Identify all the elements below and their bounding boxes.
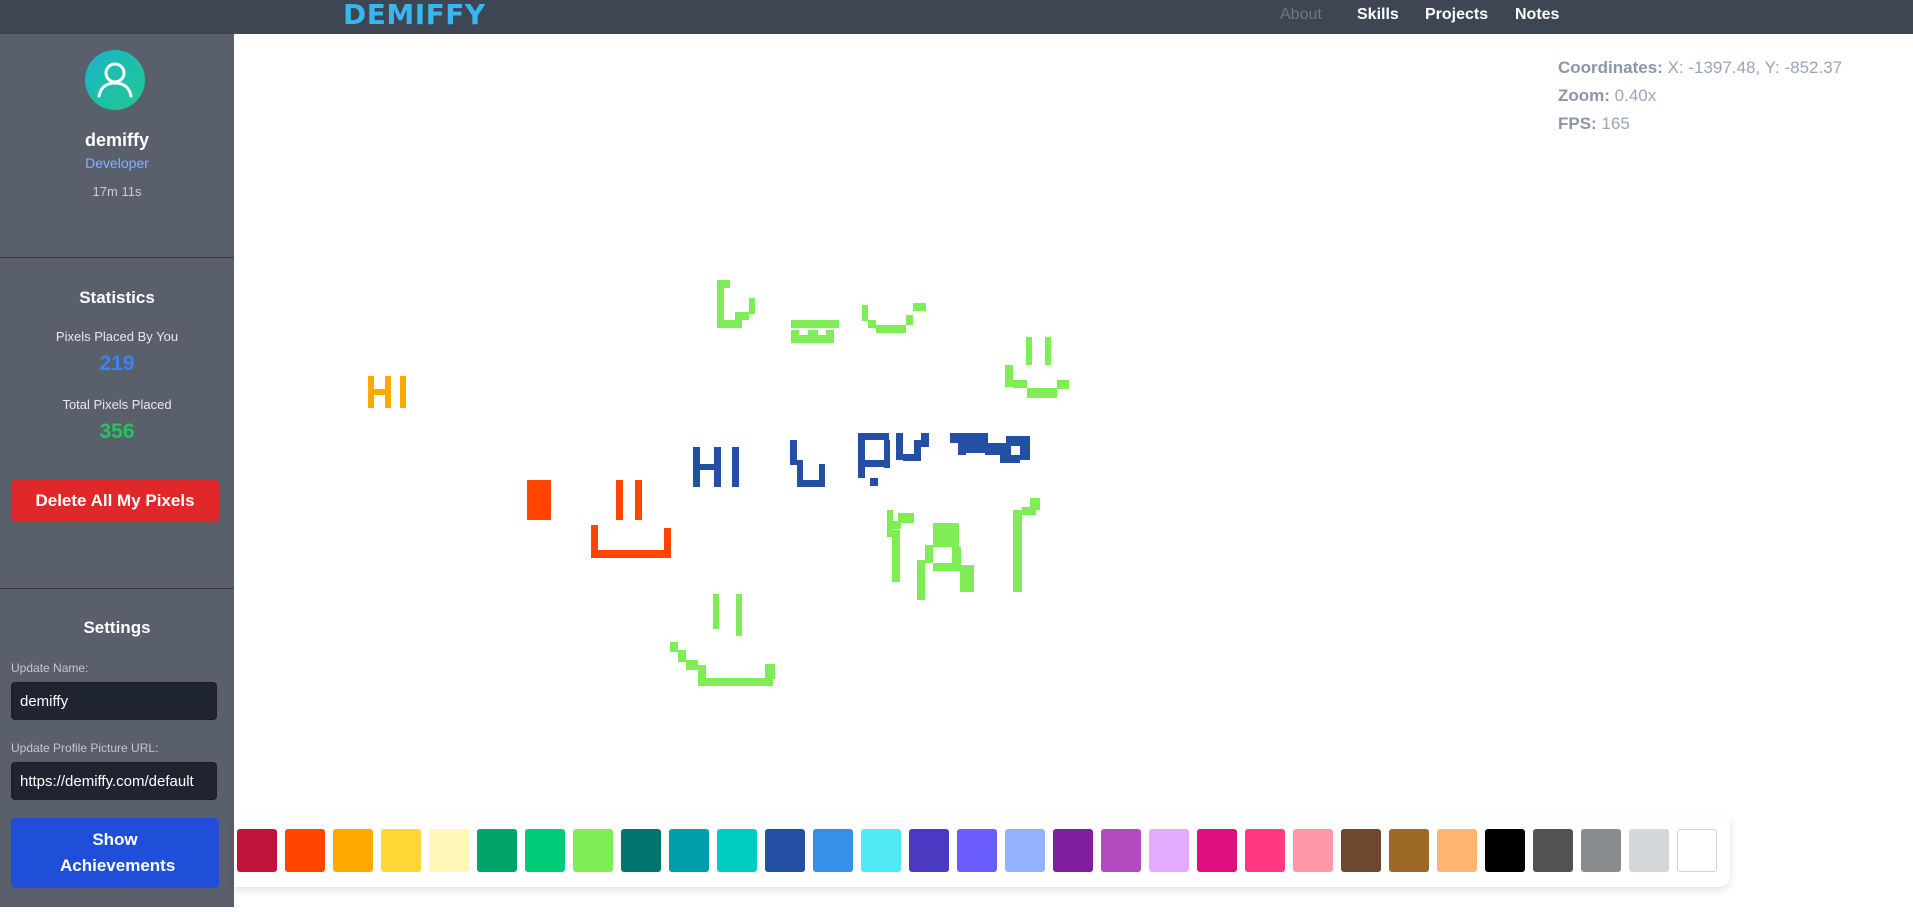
profile-role: Developer	[85, 155, 149, 171]
coordinates-readout: Coordinates: X: -1397.48, Y: -852.37	[1558, 58, 1842, 78]
nav-about[interactable]: About	[1280, 0, 1322, 30]
coordinates-value: X: -1397.48, Y: -852.37	[1667, 58, 1843, 77]
sidebar: demiffy Developer 17m 11s Statistics Pix…	[0, 34, 234, 907]
color-swatch[interactable]	[909, 829, 949, 872]
nav-projects[interactable]: Projects	[1425, 0, 1488, 30]
color-swatch[interactable]	[1533, 829, 1573, 872]
color-swatch[interactable]	[1437, 829, 1477, 872]
delete-pixels-button[interactable]: Delete All My Pixels	[11, 480, 219, 522]
settings-title: Settings	[83, 618, 151, 637]
picture-url-label: Update Profile Picture URL:	[11, 741, 159, 755]
statistics-title: Statistics	[79, 288, 155, 307]
color-swatch[interactable]	[333, 829, 373, 872]
color-swatch[interactable]	[1581, 829, 1621, 872]
color-swatch[interactable]	[1005, 829, 1045, 872]
color-palette	[234, 817, 1730, 887]
color-swatch[interactable]	[957, 829, 997, 872]
color-swatch[interactable]	[1629, 829, 1669, 872]
nav-notes[interactable]: Notes	[1515, 0, 1559, 30]
color-swatch[interactable]	[237, 829, 277, 872]
color-swatch[interactable]	[1677, 829, 1717, 872]
pixel-art-blue	[693, 433, 1030, 487]
color-swatch[interactable]	[381, 829, 421, 872]
fps-label: FPS:	[1558, 114, 1597, 133]
top-navbar: DEMIFFY About Skills Projects Notes	[0, 0, 1913, 34]
zoom-label: Zoom:	[1558, 86, 1610, 105]
color-swatch[interactable]	[525, 829, 565, 872]
color-swatch[interactable]	[1389, 829, 1429, 872]
color-swatch[interactable]	[765, 829, 805, 872]
nav-skills[interactable]: Skills	[1357, 0, 1399, 30]
pixel-art-yay	[887, 498, 1040, 600]
user-icon	[97, 62, 133, 98]
name-input[interactable]	[11, 682, 217, 720]
color-swatch[interactable]	[1341, 829, 1381, 872]
pixel-art-smiley-small	[1005, 337, 1069, 398]
color-swatch[interactable]	[861, 829, 901, 872]
profile-username: demiffy	[84, 130, 149, 150]
color-swatch[interactable]	[621, 829, 661, 872]
total-pixels-value: 356	[99, 420, 135, 443]
pixel-art-smiley-large	[670, 594, 775, 686]
session-timer: 17m 11s	[92, 184, 142, 199]
color-swatch[interactable]	[1485, 829, 1525, 872]
picture-url-input[interactable]	[11, 762, 217, 800]
total-pixels-label: Total Pixels Placed	[62, 397, 172, 412]
canvas-drawing	[368, 280, 1069, 686]
divider	[0, 257, 234, 258]
show-achievements-label: Show Achievements	[60, 830, 176, 875]
pixel-art-uwu	[717, 280, 926, 343]
zoom-readout: Zoom: 0.40x	[1558, 86, 1656, 106]
color-swatch[interactable]	[669, 829, 709, 872]
fps-value: 165	[1601, 114, 1630, 133]
color-swatch[interactable]	[1053, 829, 1093, 872]
color-swatch[interactable]	[573, 829, 613, 872]
color-swatch[interactable]	[1149, 829, 1189, 872]
show-achievements-button[interactable]: Show Achievements	[11, 818, 219, 888]
divider	[0, 588, 234, 589]
avatar	[85, 50, 145, 110]
color-swatch[interactable]	[717, 829, 757, 872]
pixels-by-you-value: 219	[99, 352, 135, 375]
color-swatch[interactable]	[1293, 829, 1333, 872]
pixels-by-you-label: Pixels Placed By You	[55, 329, 179, 344]
color-swatch[interactable]	[813, 829, 853, 872]
fps-readout: FPS: 165	[1558, 114, 1630, 134]
pixel-canvas[interactable]	[234, 34, 1913, 907]
coordinates-label: Coordinates:	[1558, 58, 1663, 77]
color-swatch[interactable]	[285, 829, 325, 872]
brand-logo[interactable]: DEMIFFY	[343, 0, 486, 30]
color-swatch[interactable]	[477, 829, 517, 872]
name-field-label: Update Name:	[11, 661, 89, 675]
zoom-value: 0.40x	[1614, 86, 1657, 105]
color-swatch[interactable]	[1197, 829, 1237, 872]
color-swatch[interactable]	[429, 829, 469, 872]
color-swatch[interactable]	[1101, 829, 1141, 872]
pixel-art-orange	[527, 480, 671, 558]
color-swatch[interactable]	[1245, 829, 1285, 872]
pixel-art-hi-yellow	[368, 376, 406, 408]
